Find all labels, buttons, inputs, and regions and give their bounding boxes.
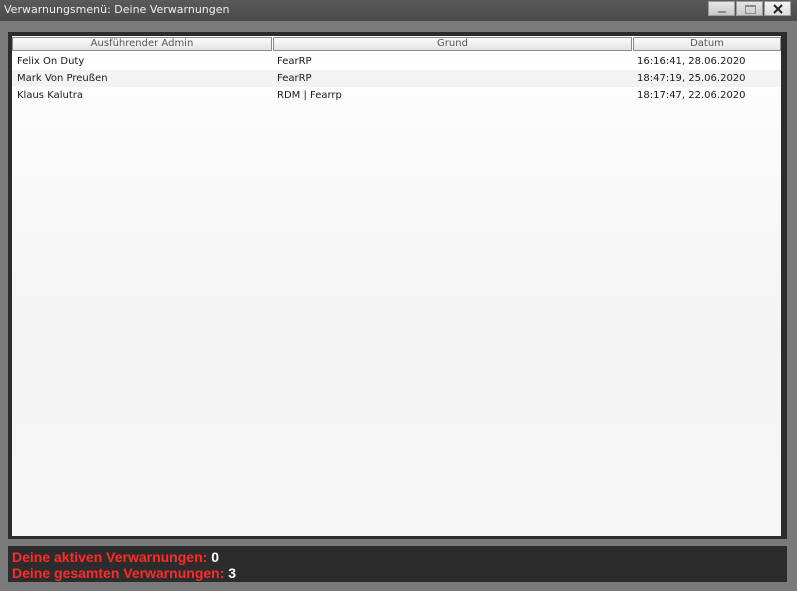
warnings-grid[interactable]: Ausführender Admin Grund Datum Felix On …	[12, 36, 781, 536]
cell-reason: RDM | Fearrp	[277, 90, 342, 101]
total-warnings-label: Deine gesamten Verwarnungen:	[12, 565, 225, 581]
maximize-button[interactable]	[736, 1, 763, 16]
cell-reason: FearRP	[277, 73, 312, 84]
cell-admin: Klaus Kalutra	[17, 90, 83, 101]
window-title: Verwarnungsmenü: Deine Verwarnungen	[4, 3, 230, 16]
window-controls	[707, 1, 791, 16]
cell-date: 18:17:47, 22.06.2020	[637, 90, 746, 101]
cell-date: 16:16:41, 28.06.2020	[637, 56, 746, 67]
cell-date: 18:47:19, 25.06.2020	[637, 73, 746, 84]
cell-admin: Mark Von Preußen	[17, 73, 108, 84]
minimize-button[interactable]	[708, 1, 735, 16]
column-header-reason[interactable]: Grund	[273, 37, 632, 51]
close-button[interactable]	[764, 1, 791, 16]
active-warnings-count: 0	[211, 549, 219, 565]
warnings-window: Verwarnungsmenü: Deine Verwarnungen Ausf…	[0, 0, 797, 591]
cell-reason: FearRP	[277, 56, 312, 67]
table-row[interactable]: Felix On Duty FearRP 16:16:41, 28.06.202…	[12, 53, 781, 70]
total-warnings-count: 3	[228, 565, 237, 581]
title-bar[interactable]: Verwarnungsmenü: Deine Verwarnungen	[0, 0, 797, 21]
cell-admin: Felix On Duty	[17, 56, 85, 67]
close-icon	[773, 4, 783, 14]
warnings-summary: Deine aktiven Verwarnungen: 0 Deine gesa…	[8, 546, 787, 582]
grid-header: Ausführender Admin Grund Datum	[12, 37, 781, 52]
column-header-admin[interactable]: Ausführender Admin	[12, 37, 272, 51]
table-row[interactable]: Klaus Kalutra RDM | Fearrp 18:17:47, 22.…	[12, 87, 781, 104]
total-warnings-line: Deine gesamten Verwarnungen: 3	[12, 565, 236, 581]
column-header-date[interactable]: Datum	[633, 37, 781, 51]
active-warnings-label: Deine aktiven Verwarnungen:	[12, 549, 208, 565]
table-row[interactable]: Mark Von Preußen FearRP 18:47:19, 25.06.…	[12, 70, 781, 87]
active-warnings-line: Deine aktiven Verwarnungen: 0	[12, 549, 219, 565]
